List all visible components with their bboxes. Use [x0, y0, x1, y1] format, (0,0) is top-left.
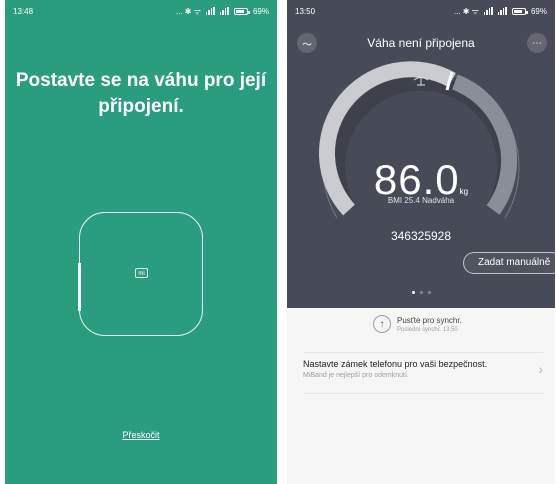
status-time: 13:48 [13, 6, 34, 16]
chevron-right-icon: › [538, 361, 543, 377]
pairing-screen: 13:48 ... ✱ ᯤ 69% Postavte se na váhu pr… [5, 0, 277, 484]
status-bar: 13:48 ... ✱ ᯤ 69% [5, 0, 277, 22]
pairing-progress-indicator [78, 263, 81, 311]
phone-lock-tip[interactable]: Nastavte zámek telefonu pro vaši bezpečn… [303, 352, 543, 394]
scale-id: 346325928 [390, 229, 452, 243]
battery-percent: 69% [252, 6, 269, 16]
battery-icon [233, 7, 250, 15]
pairing-instruction: Postavte se na váhu pro její připojení. [15, 70, 267, 117]
sync-pull-hint[interactable]: ↑ Pusťte pro synchr. Poslední synchr. 13… [373, 315, 462, 333]
page-dot [419, 291, 423, 294]
page-dot [411, 291, 415, 294]
page-dot [427, 291, 431, 294]
weight-panel: 13:50 ... ✱ ᯤ 69% 〜 Váha není připojena … [287, 0, 555, 308]
sync-subtitle: Poslední synchr. 13:50 [397, 326, 458, 333]
lock-tip-subtitle: MiBand je nejlepší pro odemknutí. [303, 372, 409, 379]
cell-signal-icon [205, 7, 215, 15]
bmi-text: BMI 25.4 Nadváha [387, 196, 455, 205]
sync-title: Pusťte pro synchr. [397, 315, 462, 325]
arrow-up-icon: ↑ [373, 315, 391, 333]
page-indicator [287, 291, 555, 294]
cell-signal-2-icon [219, 7, 229, 15]
scale-illustration: mi [78, 212, 203, 336]
lock-tip-title: Nastavte zámek telefonu pro vaši bezpečn… [303, 359, 488, 369]
weight-unit: kg [459, 187, 469, 196]
skip-link[interactable]: Přeskočit [5, 430, 277, 440]
status-icons: ... ✱ ᯤ 69% [176, 6, 269, 17]
notification-icons: ... ✱ ᯤ [175, 6, 201, 16]
manual-entry-button[interactable]: Zadat manuálně [463, 252, 555, 274]
scale-dashboard-screen: 13:50 ... ✱ ᯤ 69% 〜 Váha není připojena … [287, 0, 555, 484]
mi-logo-icon: mi [135, 268, 148, 278]
